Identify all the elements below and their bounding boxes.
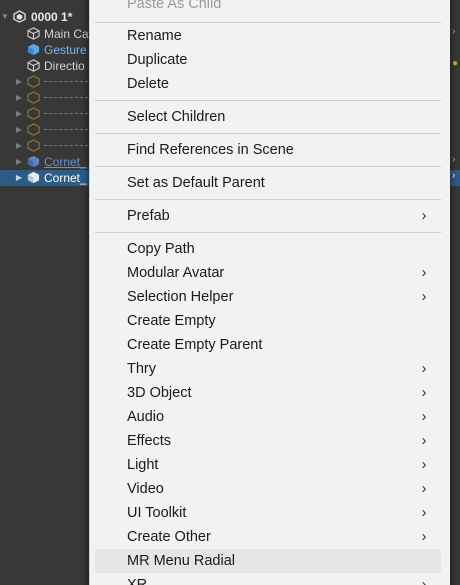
- fold-arrow-icon[interactable]: ▶: [14, 170, 24, 186]
- fold-arrow-icon[interactable]: ▶: [14, 106, 24, 122]
- fold-arrow-icon[interactable]: ▶: [14, 138, 24, 154]
- fold-arrow-icon[interactable]: ▶: [14, 154, 24, 170]
- prefab-icon: [27, 43, 40, 56]
- context-menu: Paste As Child Rename Duplicate Delete S…: [89, 0, 450, 585]
- chevron-right-icon: ›: [421, 432, 427, 449]
- dashed-line: [44, 97, 88, 98]
- menu-item-prefab[interactable]: Prefab ›: [95, 204, 441, 228]
- chevron-right-icon: ›: [421, 207, 427, 224]
- dashed-line: [44, 129, 88, 130]
- hierarchy-item-label: Cornet_: [44, 171, 87, 185]
- menu-item-find-references[interactable]: Find References in Scene: [95, 138, 441, 162]
- chevron-right-icon: ›: [421, 384, 427, 401]
- gameobject-icon: [27, 91, 40, 104]
- chevron-right-icon: ›: [421, 456, 427, 473]
- gameobject-icon: [27, 27, 40, 40]
- chevron-right-icon[interactable]: ›: [452, 170, 455, 181]
- menu-separator: [95, 22, 441, 23]
- menu-item-create-empty[interactable]: Create Empty: [95, 309, 441, 333]
- menu-separator: [95, 100, 441, 101]
- menu-item-3d-object[interactable]: 3D Object ›: [95, 381, 441, 405]
- gameobject-icon: [27, 107, 40, 120]
- gameobject-icon: [27, 75, 40, 88]
- scene-name: 0000 1*: [31, 10, 73, 24]
- menu-separator: [95, 133, 441, 134]
- chevron-right-icon: ›: [421, 504, 427, 521]
- hierarchy-item-label: Main Ca: [44, 27, 89, 41]
- menu-item-modular-avatar[interactable]: Modular Avatar ›: [95, 261, 441, 285]
- menu-item-ui-toolkit[interactable]: UI Toolkit ›: [95, 501, 441, 525]
- menu-item-select-children[interactable]: Select Children: [95, 105, 441, 129]
- hierarchy-item-label: Directio: [44, 59, 85, 73]
- chevron-right-icon: ›: [421, 480, 427, 497]
- chevron-right-icon: ›: [421, 360, 427, 377]
- fold-arrow-icon[interactable]: ▼: [0, 9, 10, 25]
- gameobject-icon: [27, 123, 40, 136]
- chevron-right-icon: ›: [421, 528, 427, 545]
- menu-item-rename[interactable]: Rename: [95, 24, 441, 48]
- menu-item-xr[interactable]: XR ›: [95, 573, 441, 585]
- menu-item-video[interactable]: Video ›: [95, 477, 441, 501]
- menu-item-audio[interactable]: Audio ›: [95, 405, 441, 429]
- menu-separator: [95, 166, 441, 167]
- menu-item-duplicate[interactable]: Duplicate: [95, 48, 441, 72]
- dashed-line: [44, 145, 88, 146]
- dashed-line: [44, 113, 88, 114]
- chevron-right-icon[interactable]: ›: [452, 26, 455, 37]
- chevron-right-icon: ›: [421, 576, 427, 585]
- fold-arrow-icon[interactable]: ▶: [14, 90, 24, 106]
- chevron-right-icon: ›: [421, 408, 427, 425]
- menu-item-mr-menu-radial[interactable]: MR Menu Radial: [95, 549, 441, 573]
- prefab-icon: [27, 155, 40, 168]
- gameobject-icon: [27, 139, 40, 152]
- menu-item-set-default-parent[interactable]: Set as Default Parent: [95, 171, 441, 195]
- menu-separator: [95, 199, 441, 200]
- fold-arrow-icon[interactable]: ▶: [14, 74, 24, 90]
- menu-item-thry[interactable]: Thry ›: [95, 357, 441, 381]
- fold-arrow-icon[interactable]: ▶: [14, 122, 24, 138]
- warning-icon: ●: [452, 58, 459, 69]
- chevron-right-icon: ›: [421, 288, 427, 305]
- menu-item-paste-as-child[interactable]: Paste As Child: [95, 0, 441, 16]
- menu-item-delete[interactable]: Delete: [95, 72, 441, 96]
- hierarchy-item-label: Gesture: [44, 43, 87, 57]
- gameobject-icon: [27, 59, 40, 72]
- dashed-line: [44, 81, 88, 82]
- unity-editor-screen: ▼ 0000 1* Main Ca Gesture Directio ▶ ▶ ▶…: [0, 0, 460, 585]
- hierarchy-item-label: Cornet_: [44, 155, 87, 169]
- menu-item-copy-path[interactable]: Copy Path: [95, 237, 441, 261]
- menu-item-effects[interactable]: Effects ›: [95, 429, 441, 453]
- chevron-right-icon[interactable]: ›: [452, 154, 455, 165]
- prefab-icon: [27, 171, 40, 184]
- chevron-right-icon: ›: [421, 264, 427, 281]
- menu-item-selection-helper[interactable]: Selection Helper ›: [95, 285, 441, 309]
- menu-item-create-other[interactable]: Create Other ›: [95, 525, 441, 549]
- menu-item-create-empty-parent[interactable]: Create Empty Parent: [95, 333, 441, 357]
- unity-logo-icon: [13, 10, 26, 23]
- menu-item-light[interactable]: Light ›: [95, 453, 441, 477]
- menu-separator: [95, 232, 441, 233]
